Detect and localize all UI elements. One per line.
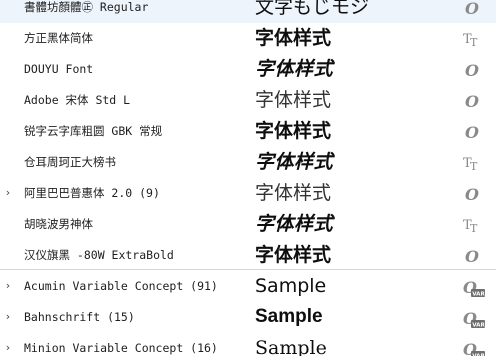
opentype-icon: O: [462, 122, 484, 142]
svg-text:O: O: [465, 92, 479, 111]
truetype-icon: TT: [462, 153, 484, 173]
font-sample-preview: 字体样式: [255, 213, 334, 235]
opentype-icon: O: [462, 246, 484, 266]
font-name-label: 阿里巴巴普惠体 2.0 (9): [24, 186, 160, 200]
font-name-label: 書體坊顏體㊣ Regular: [24, 0, 149, 14]
font-sample-preview: 字体样式: [255, 182, 332, 204]
svg-text:VAR: VAR: [472, 322, 485, 328]
svg-text:O: O: [465, 61, 479, 80]
font-list-item[interactable]: › 阿里巴巴普惠体 2.0 (9) 字体样式 O: [0, 178, 496, 209]
font-sample-preview: 字体样式: [255, 151, 334, 173]
svg-text:O: O: [465, 247, 479, 266]
font-list-item[interactable]: 汉仪旗黑 -80W ExtraBold 字体样式 O: [0, 240, 496, 271]
svg-text:VAR: VAR: [472, 291, 485, 297]
font-sample-preview: 字体样式: [255, 27, 332, 49]
font-list-item[interactable]: › Acumin Variable Concept (91) Sample O VAR: [0, 271, 496, 302]
font-name-label: Bahnschrift (15): [24, 310, 135, 324]
section-divider: [0, 269, 496, 270]
font-list-item[interactable]: 锐字云字库粗圆 GBK 常规 字体样式 O: [0, 116, 496, 147]
svg-text:T: T: [470, 160, 478, 173]
truetype-icon: TT: [462, 29, 484, 49]
font-list-item[interactable]: Adobe 宋体 Std L 字体样式 O: [0, 85, 496, 116]
opentype-icon: O: [462, 91, 484, 111]
font-list-item[interactable]: › Bahnschrift (15) Sample O VAR: [0, 302, 496, 333]
font-sample-preview: Sample: [255, 337, 327, 356]
font-name-label: Minion Variable Concept (16): [24, 341, 218, 355]
svg-text:T: T: [470, 222, 478, 235]
font-list-item[interactable]: 胡晓波男神体 字体样式 T T: [0, 209, 496, 240]
svg-text:O: O: [465, 185, 479, 204]
font-sample-preview: Sample: [255, 275, 327, 297]
font-sample-preview: 字体样式: [255, 89, 332, 111]
opentype-icon: O: [462, 60, 484, 80]
font-list-item[interactable]: 方正黑体简体 字体样式 T T: [0, 23, 496, 54]
font-name-label: DOUYU Font: [24, 62, 94, 76]
font-list-item[interactable]: DOUYU Font 字体样式 O: [0, 54, 496, 85]
variable-font-icon: OVAR: [462, 277, 485, 297]
variable-font-icon: OVAR: [462, 308, 485, 328]
svg-text:O: O: [465, 0, 479, 18]
font-list: 書體坊顏體㊣ Regular 文字もじモジ O 方正黑体简体 字体样式 T T DOUYU F…: [0, 0, 496, 356]
font-list-item[interactable]: 仓耳周珂正大榜书 字体样式 T T: [0, 147, 496, 178]
svg-text:O: O: [465, 123, 479, 142]
expand-chevron-icon[interactable]: ›: [3, 310, 13, 324]
font-name-label: 胡晓波男神体: [24, 217, 93, 231]
font-name-label: 仓耳周珂正大榜书: [24, 155, 116, 169]
opentype-icon: O: [462, 0, 484, 18]
font-sample-preview: 字体样式: [255, 120, 332, 142]
font-sample-preview: 字体样式: [255, 244, 332, 266]
font-name-label: 汉仪旗黑 -80W ExtraBold: [24, 248, 174, 262]
expand-chevron-icon[interactable]: ›: [3, 186, 13, 200]
svg-text:T: T: [470, 36, 478, 49]
font-sample-preview: Sample: [255, 306, 323, 327]
font-name-label: Adobe 宋体 Std L: [24, 93, 131, 107]
truetype-icon: TT: [462, 215, 484, 235]
font-sample-preview: 文字もじモジ: [255, 0, 370, 18]
font-name-label: 方正黑体简体: [24, 31, 93, 45]
font-name-label: 锐字云字库粗圆 GBK 常规: [24, 124, 163, 138]
font-name-label: Acumin Variable Concept (91): [24, 279, 218, 293]
opentype-icon: O: [462, 184, 484, 204]
expand-chevron-icon[interactable]: ›: [3, 341, 13, 355]
expand-chevron-icon[interactable]: ›: [3, 279, 13, 293]
font-list-item[interactable]: 書體坊顏體㊣ Regular 文字もじモジ O: [0, 0, 496, 23]
variable-font-icon: OVAR: [462, 339, 485, 356]
font-list-item[interactable]: › Minion Variable Concept (16) Sample OVAR: [0, 333, 496, 356]
font-sample-preview: 字体样式: [255, 58, 334, 80]
